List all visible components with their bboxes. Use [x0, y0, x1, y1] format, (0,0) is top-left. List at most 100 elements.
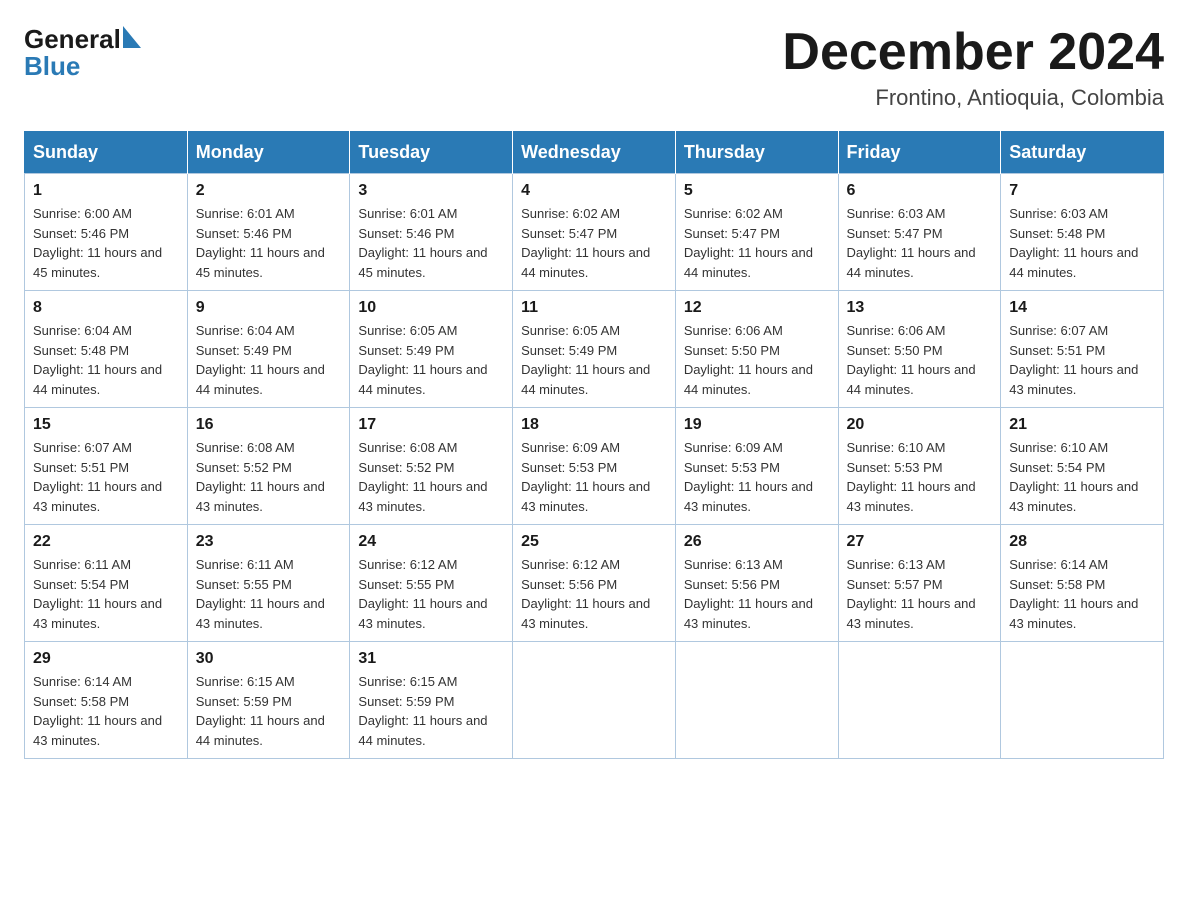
location-subtitle: Frontino, Antioquia, Colombia [782, 85, 1164, 111]
day-info: Sunrise: 6:01 AMSunset: 5:46 PMDaylight:… [358, 204, 504, 282]
day-info: Sunrise: 6:09 AMSunset: 5:53 PMDaylight:… [521, 438, 667, 516]
day-info: Sunrise: 6:07 AMSunset: 5:51 PMDaylight:… [33, 438, 179, 516]
calendar-day-cell: 29 Sunrise: 6:14 AMSunset: 5:58 PMDayligh… [25, 642, 188, 759]
day-number: 28 [1009, 533, 1155, 551]
day-number: 14 [1009, 299, 1155, 317]
calendar-day-cell: 22 Sunrise: 6:11 AMSunset: 5:54 PMDayligh… [25, 525, 188, 642]
day-of-week-header: Friday [838, 132, 1001, 174]
day-number: 6 [847, 182, 993, 200]
calendar-day-cell: 19Sunrise: 6:09 AMSunset: 5:53 PMDayligh… [675, 408, 838, 525]
day-number: 22 [33, 533, 179, 551]
page-header: General Blue December 2024 Frontino, Ant… [24, 24, 1164, 111]
calendar-day-cell: 25 Sunrise: 6:12 AMSunset: 5:56 PMDayligh… [513, 525, 676, 642]
calendar-day-cell: 24 Sunrise: 6:12 AMSunset: 5:55 PMDayligh… [350, 525, 513, 642]
day-info: Sunrise: 6:15 AMSunset: 5:59 PMDaylight:… [196, 672, 342, 750]
calendar-week-row: 1 Sunrise: 6:00 AMSunset: 5:46 PMDaylight… [25, 174, 1164, 291]
day-info: Sunrise: 6:15 AMSunset: 5:59 PMDaylight:… [358, 672, 504, 750]
calendar-day-cell: 15 Sunrise: 6:07 AMSunset: 5:51 PMDayligh… [25, 408, 188, 525]
day-info: Sunrise: 6:10 AMSunset: 5:53 PMDaylight:… [847, 438, 993, 516]
calendar-day-cell: 23Sunrise: 6:11 AMSunset: 5:55 PMDayligh… [187, 525, 350, 642]
day-number: 20 [847, 416, 993, 434]
calendar-week-row: 8Sunrise: 6:04 AMSunset: 5:48 PMDaylight… [25, 291, 1164, 408]
day-number: 3 [358, 182, 504, 200]
day-number: 29 [33, 650, 179, 668]
day-number: 1 [33, 182, 179, 200]
calendar-day-cell: 28 Sunrise: 6:14 AMSunset: 5:58 PMDayligh… [1001, 525, 1164, 642]
day-info: Sunrise: 6:10 AMSunset: 5:54 PMDaylight:… [1009, 438, 1155, 516]
day-info: Sunrise: 6:14 AMSunset: 5:58 PMDaylight:… [1009, 555, 1155, 633]
day-info: Sunrise: 6:12 AMSunset: 5:55 PMDaylight:… [358, 555, 504, 633]
day-info: Sunrise: 6:11 AMSunset: 5:54 PMDaylight:… [33, 555, 179, 633]
calendar-day-cell: 2 Sunrise: 6:01 AMSunset: 5:46 PMDaylight… [187, 174, 350, 291]
day-info: Sunrise: 6:06 AMSunset: 5:50 PMDaylight:… [847, 321, 993, 399]
day-number: 15 [33, 416, 179, 434]
logo-triangle-icon [123, 26, 141, 53]
calendar-day-cell: 5 Sunrise: 6:02 AMSunset: 5:47 PMDaylight… [675, 174, 838, 291]
calendar-day-cell: 27 Sunrise: 6:13 AMSunset: 5:57 PMDayligh… [838, 525, 1001, 642]
day-number: 25 [521, 533, 667, 551]
day-of-week-header: Tuesday [350, 132, 513, 174]
day-info: Sunrise: 6:13 AMSunset: 5:57 PMDaylight:… [847, 555, 993, 633]
day-number: 9 [196, 299, 342, 317]
calendar-day-cell: 18 Sunrise: 6:09 AMSunset: 5:53 PMDayligh… [513, 408, 676, 525]
calendar-day-cell: 31 Sunrise: 6:15 AMSunset: 5:59 PMDayligh… [350, 642, 513, 759]
day-info: Sunrise: 6:14 AMSunset: 5:58 PMDaylight:… [33, 672, 179, 750]
calendar-day-cell: 9 Sunrise: 6:04 AMSunset: 5:49 PMDaylight… [187, 291, 350, 408]
day-of-week-header: Sunday [25, 132, 188, 174]
day-info: Sunrise: 6:01 AMSunset: 5:46 PMDaylight:… [196, 204, 342, 282]
day-info: Sunrise: 6:02 AMSunset: 5:47 PMDaylight:… [521, 204, 667, 282]
calendar-day-cell: 10 Sunrise: 6:05 AMSunset: 5:49 PMDayligh… [350, 291, 513, 408]
day-info: Sunrise: 6:06 AMSunset: 5:50 PMDaylight:… [684, 321, 830, 399]
calendar-day-cell [838, 642, 1001, 759]
calendar-day-cell [1001, 642, 1164, 759]
calendar-day-cell: 1 Sunrise: 6:00 AMSunset: 5:46 PMDaylight… [25, 174, 188, 291]
day-number: 18 [521, 416, 667, 434]
day-number: 5 [684, 182, 830, 200]
day-number: 10 [358, 299, 504, 317]
day-number: 17 [358, 416, 504, 434]
calendar-day-cell: 3 Sunrise: 6:01 AMSunset: 5:46 PMDaylight… [350, 174, 513, 291]
calendar-week-row: 15 Sunrise: 6:07 AMSunset: 5:51 PMDayligh… [25, 408, 1164, 525]
day-number: 2 [196, 182, 342, 200]
day-of-week-header: Thursday [675, 132, 838, 174]
day-of-week-header: Monday [187, 132, 350, 174]
calendar-day-cell: 21Sunrise: 6:10 AMSunset: 5:54 PMDayligh… [1001, 408, 1164, 525]
day-number: 27 [847, 533, 993, 551]
calendar-day-cell: 30Sunrise: 6:15 AMSunset: 5:59 PMDayligh… [187, 642, 350, 759]
day-info: Sunrise: 6:02 AMSunset: 5:47 PMDaylight:… [684, 204, 830, 282]
day-info: Sunrise: 6:00 AMSunset: 5:46 PMDaylight:… [33, 204, 179, 282]
day-number: 26 [684, 533, 830, 551]
calendar-day-cell: 13 Sunrise: 6:06 AMSunset: 5:50 PMDayligh… [838, 291, 1001, 408]
day-number: 24 [358, 533, 504, 551]
calendar-day-cell: 4 Sunrise: 6:02 AMSunset: 5:47 PMDaylight… [513, 174, 676, 291]
day-number: 13 [847, 299, 993, 317]
day-number: 4 [521, 182, 667, 200]
day-info: Sunrise: 6:08 AMSunset: 5:52 PMDaylight:… [196, 438, 342, 516]
logo-blue-text: Blue [24, 51, 80, 82]
calendar-day-cell: 17Sunrise: 6:08 AMSunset: 5:52 PMDayligh… [350, 408, 513, 525]
month-title: December 2024 [782, 24, 1164, 81]
day-of-week-header: Saturday [1001, 132, 1164, 174]
day-info: Sunrise: 6:05 AMSunset: 5:49 PMDaylight:… [521, 321, 667, 399]
day-number: 31 [358, 650, 504, 668]
calendar-header-row: SundayMondayTuesdayWednesdayThursdayFrid… [25, 132, 1164, 174]
day-of-week-header: Wednesday [513, 132, 676, 174]
day-info: Sunrise: 6:12 AMSunset: 5:56 PMDaylight:… [521, 555, 667, 633]
day-number: 7 [1009, 182, 1155, 200]
calendar-day-cell: 11Sunrise: 6:05 AMSunset: 5:49 PMDayligh… [513, 291, 676, 408]
day-info: Sunrise: 6:11 AMSunset: 5:55 PMDaylight:… [196, 555, 342, 633]
calendar-week-row: 22 Sunrise: 6:11 AMSunset: 5:54 PMDayligh… [25, 525, 1164, 642]
day-info: Sunrise: 6:07 AMSunset: 5:51 PMDaylight:… [1009, 321, 1155, 399]
calendar-day-cell: 14 Sunrise: 6:07 AMSunset: 5:51 PMDayligh… [1001, 291, 1164, 408]
calendar-day-cell: 20 Sunrise: 6:10 AMSunset: 5:53 PMDayligh… [838, 408, 1001, 525]
calendar-day-cell [513, 642, 676, 759]
day-info: Sunrise: 6:09 AMSunset: 5:53 PMDaylight:… [684, 438, 830, 516]
title-block: December 2024 Frontino, Antioquia, Colom… [782, 24, 1164, 111]
calendar-day-cell: 8Sunrise: 6:04 AMSunset: 5:48 PMDaylight… [25, 291, 188, 408]
day-info: Sunrise: 6:04 AMSunset: 5:49 PMDaylight:… [196, 321, 342, 399]
calendar-day-cell: 6Sunrise: 6:03 AMSunset: 5:47 PMDaylight… [838, 174, 1001, 291]
day-info: Sunrise: 6:05 AMSunset: 5:49 PMDaylight:… [358, 321, 504, 399]
calendar-table: SundayMondayTuesdayWednesdayThursdayFrid… [24, 131, 1164, 759]
day-info: Sunrise: 6:03 AMSunset: 5:48 PMDaylight:… [1009, 204, 1155, 282]
day-number: 12 [684, 299, 830, 317]
